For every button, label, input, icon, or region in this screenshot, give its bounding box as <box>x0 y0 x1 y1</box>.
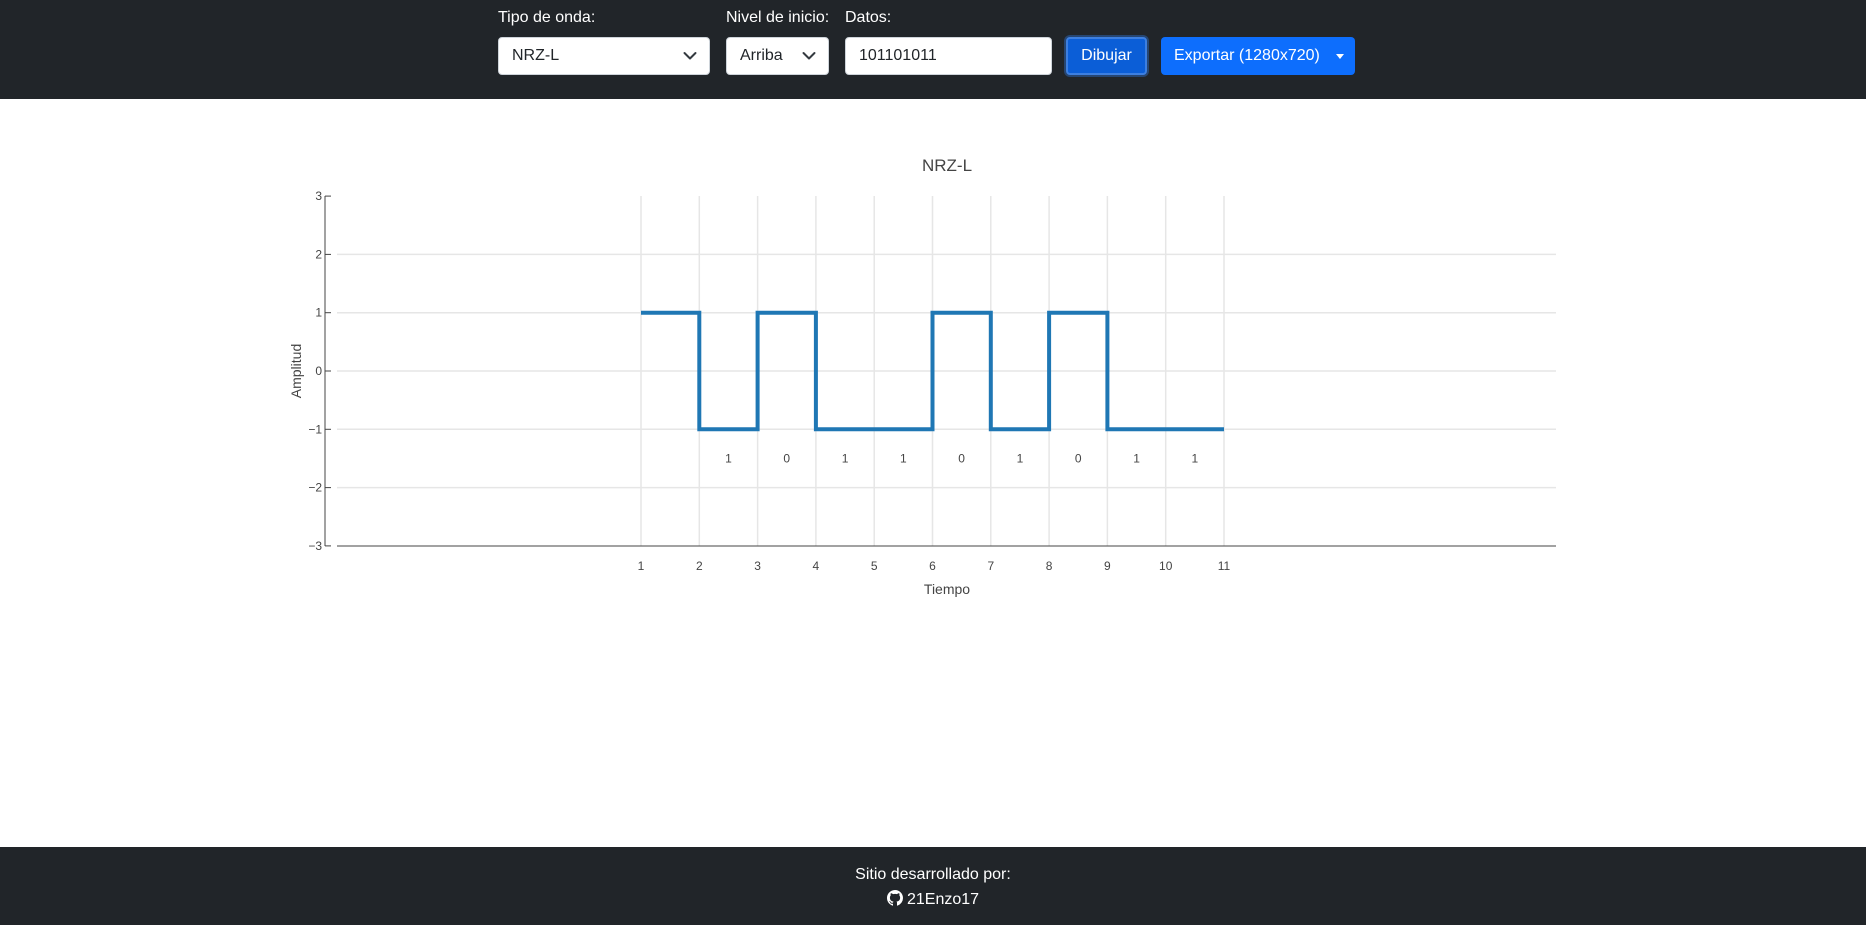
bit-label: 0 <box>783 451 790 465</box>
y-tick-label: −2 <box>308 481 322 495</box>
y-tick-label: −3 <box>308 539 322 553</box>
x-tick-labels: 1 2 3 4 5 6 7 8 9 10 11 <box>638 559 1231 573</box>
bit-label: 0 <box>1075 451 1082 465</box>
y-tick-label: 1 <box>315 306 322 320</box>
x-tick-label: 3 <box>754 559 761 573</box>
waveform-chart: 3210−1−2−3 1 2 3 4 5 6 7 8 9 10 11 101101011 NRZ-L… <box>288 156 1556 597</box>
x-tick-label: 9 <box>1104 559 1111 573</box>
bit-label: 0 <box>958 451 965 465</box>
chevron-down-icon <box>802 52 816 60</box>
data-input-value: 101101011 <box>859 47 937 64</box>
draw-button[interactable]: Dibujar <box>1066 37 1147 75</box>
bit-label: 1 <box>842 451 849 465</box>
chart-area: 3 2 1 0 −1 −2 −3 1 2 3 4 5 6 7 8 9 10 11 101101011 NRZ-L… <box>0 140 1866 620</box>
github-icon <box>886 890 903 906</box>
export-button[interactable]: Exportar (1280x720) <box>1161 37 1355 75</box>
footer-author-link[interactable]: 21Enzo17 <box>0 890 1866 909</box>
x-tick-label: 10 <box>1159 559 1173 573</box>
y-tick-label: 0 <box>315 364 322 378</box>
top-toolbar: Tipo de onda: NRZ-L Nivel de inicio: Arr… <box>0 0 1866 99</box>
bit-label: 1 <box>1192 451 1199 465</box>
y-tick-label: 3 <box>315 189 322 203</box>
footer: Sitio desarrollado por: 21Enzo17 <box>0 847 1866 925</box>
y-axis-title: Amplitud <box>288 344 304 398</box>
chart-title: NRZ-L <box>922 156 972 175</box>
x-tick-label: 11 <box>1218 559 1231 573</box>
export-button-label: Exportar (1280x720) <box>1174 47 1320 64</box>
x-axis-title: Tiempo <box>924 581 970 597</box>
y-tick-labels: 3 2 1 0 −1 −2 −3 <box>308 189 322 553</box>
x-tick-label: 2 <box>696 559 703 573</box>
start-level-value: Arriba <box>740 47 783 64</box>
footer-credit: Sitio desarrollado por: <box>855 866 1011 883</box>
chevron-down-icon <box>683 52 697 60</box>
bit-label: 1 <box>1133 451 1140 465</box>
data-input[interactable]: 101101011 <box>845 37 1052 75</box>
x-tick-label: 5 <box>871 559 878 573</box>
start-level-select[interactable]: Arriba <box>726 37 829 75</box>
bit-label: 1 <box>1017 451 1024 465</box>
wave-type-select[interactable]: NRZ-L <box>498 37 710 75</box>
x-tick-label: 6 <box>929 559 936 573</box>
bit-labels: 1 0 1 1 0 1 0 1 1 <box>725 451 1198 465</box>
x-tick-label: 4 <box>813 559 820 573</box>
footer-author: 21Enzo17 <box>906 891 980 908</box>
data-label: Datos: <box>845 9 892 26</box>
x-tick-label: 1 <box>638 559 645 573</box>
export-dropdown-toggle[interactable] <box>1325 37 1355 75</box>
wave-type-value: NRZ-L <box>512 47 560 64</box>
bit-label: 1 <box>900 451 907 465</box>
y-tick-label: −1 <box>308 422 322 436</box>
start-level-label: Nivel de inicio: <box>726 9 830 26</box>
x-tick-label: 8 <box>1046 559 1053 573</box>
wave-type-label: Tipo de onda: <box>498 9 596 26</box>
y-tick-label: 2 <box>315 247 322 261</box>
caret-down-icon <box>1336 54 1344 59</box>
x-tick-label: 7 <box>987 559 994 573</box>
bit-label: 1 <box>725 451 732 465</box>
gridlines <box>325 195 1556 547</box>
